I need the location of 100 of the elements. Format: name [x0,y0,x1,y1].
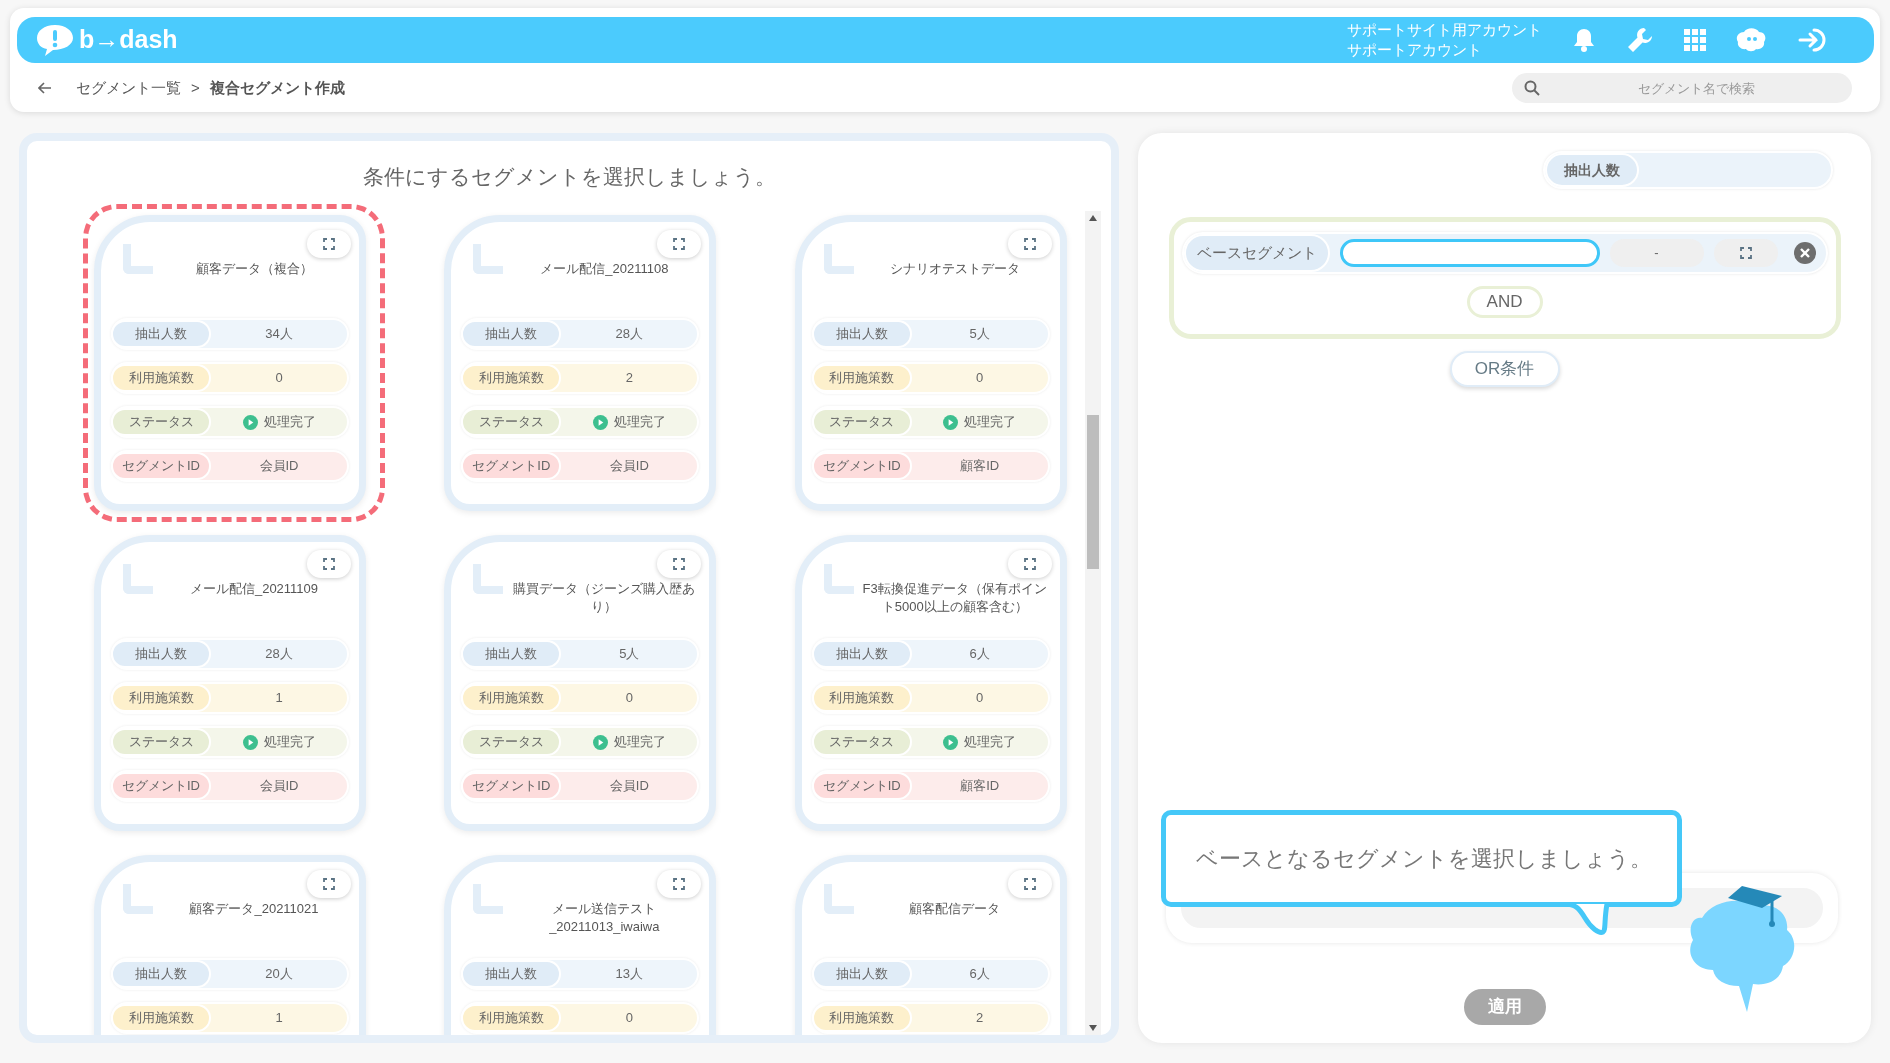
card-title: シナリオテストデータ [888,260,1021,278]
hint-text: ベースとなるセグメントを選択しましょう。 [1196,845,1652,873]
row-label: セグメントID [811,772,912,800]
row-value: 20人 [264,965,294,984]
corner-mark [123,244,153,274]
play-icon [242,414,258,430]
segment-card[interactable]: 顧客データ（複合） 抽出人数 34人 利用施策数 0 ステータス 処理完了 セグメントID 会員ID [83,204,386,522]
row-label: セグメントID [111,452,211,480]
card-title: 購買データ（ジーンズ購入歴あり） [512,580,697,616]
status-value: 処理完了 [964,733,1017,752]
row-label: 利用施策数 [461,364,562,392]
card-title: F3転換促進データ（保有ポイント5000以上の顧客含む） [861,580,1048,616]
card-title: 顧客データ（複合） [194,260,314,278]
search-icon [1524,80,1540,96]
row-label: ステータス [111,728,211,756]
row-label: セグメントID [461,452,562,480]
account-name: サポートサイト用アカウント [1347,20,1542,40]
card-title: 顧客配信データ [908,900,1002,918]
row-label: 利用施策数 [461,1004,562,1032]
expand-icon [1023,238,1036,250]
row-value: 2 [975,1009,985,1028]
search-field[interactable]: セグメント名で検索 [1512,73,1852,103]
corner-mark [473,884,504,914]
row-value: 顧客ID [959,457,1001,476]
expand-icon [673,878,686,890]
row-value: 会員ID [258,777,300,796]
segment-count: - [1609,239,1704,267]
expand-button[interactable] [1007,550,1052,578]
row-value: 会員ID [608,777,650,796]
logo-text: b→dash [79,24,178,56]
expand-icon [673,558,686,570]
row-value: 5人 [618,645,641,664]
expand-button[interactable] [1007,870,1052,898]
row-label: 抽出人数 [811,960,912,988]
row-label: 抽出人数 [461,320,562,348]
corner-mark [823,564,854,594]
play-icon [242,734,258,750]
row-value: 0 [274,369,284,388]
row-label: ステータス [811,728,912,756]
play-icon [592,734,608,750]
scrollbar[interactable] [1085,211,1101,1035]
expand-icon [323,878,335,890]
status-value: 処理完了 [613,733,666,752]
row-value: 会員ID [258,457,300,476]
back-arrow-icon[interactable] [38,82,52,94]
segment-input[interactable] [1339,239,1600,267]
row-value: 5人 [968,325,991,344]
status-value: 処理完了 [263,413,316,432]
row-label: 利用施策数 [811,684,912,712]
row-label: ステータス [461,408,562,436]
expand-button[interactable] [307,870,351,898]
expand-icon [673,238,686,250]
row-label: ステータス [811,408,912,436]
expand-button[interactable] [1713,239,1778,267]
status-value: 処理完了 [964,413,1017,432]
row-value: 会員ID [608,457,650,476]
card-title: メール配信_20211108 [539,260,670,278]
play-icon [943,414,959,430]
row-label: 利用施策数 [111,364,211,392]
expand-button[interactable] [657,230,702,258]
row-label: 抽出人数 [461,640,562,668]
corner-mark [123,564,153,594]
expand-button[interactable] [657,550,702,578]
play-icon [943,734,959,750]
row-value: 顧客ID [959,777,1001,796]
expand-icon [1023,878,1036,890]
breadcrumb-link[interactable]: セグメント一覧 [76,76,181,100]
card-title: 顧客データ_20211021 [188,900,320,918]
play-icon [592,414,608,430]
corner-mark [823,884,854,914]
logo-icon [35,23,75,57]
row-label: 抽出人数 [811,640,912,668]
row-value: 1 [274,1009,284,1028]
row-label: 利用施策数 [811,364,912,392]
row-label: 利用施策数 [811,1004,912,1032]
row-label: 利用施策数 [461,684,562,712]
row-label: 利用施策数 [111,1004,211,1032]
card-title: メール送信テスト_20211013_iwaiwa [548,900,661,936]
corner-mark [823,244,854,274]
expand-button[interactable] [1007,230,1052,258]
row-value: 6人 [968,965,991,984]
expand-button[interactable] [657,870,702,898]
expand-button[interactable] [307,230,351,258]
row-value: 34人 [264,325,294,344]
row-value: 0 [975,369,985,388]
row-label: 利用施策数 [111,684,211,712]
close-icon[interactable] [1793,242,1816,264]
row-value: 6人 [968,645,991,664]
row-value: 13人 [614,965,645,984]
row-label: ステータス [111,408,211,436]
count-label: 抽出人数 [1545,153,1639,187]
row-label: 抽出人数 [461,960,562,988]
expand-icon [323,558,335,570]
expand-button[interactable] [307,550,351,578]
row-value: 2 [624,369,634,388]
or-condition-button[interactable]: OR条件 [1449,351,1560,387]
and-button[interactable]: AND [1466,286,1543,318]
scrollbar-thumb[interactable] [1087,415,1099,569]
row-value: 1 [274,689,284,708]
breadcrumb-separator: > [191,77,200,98]
